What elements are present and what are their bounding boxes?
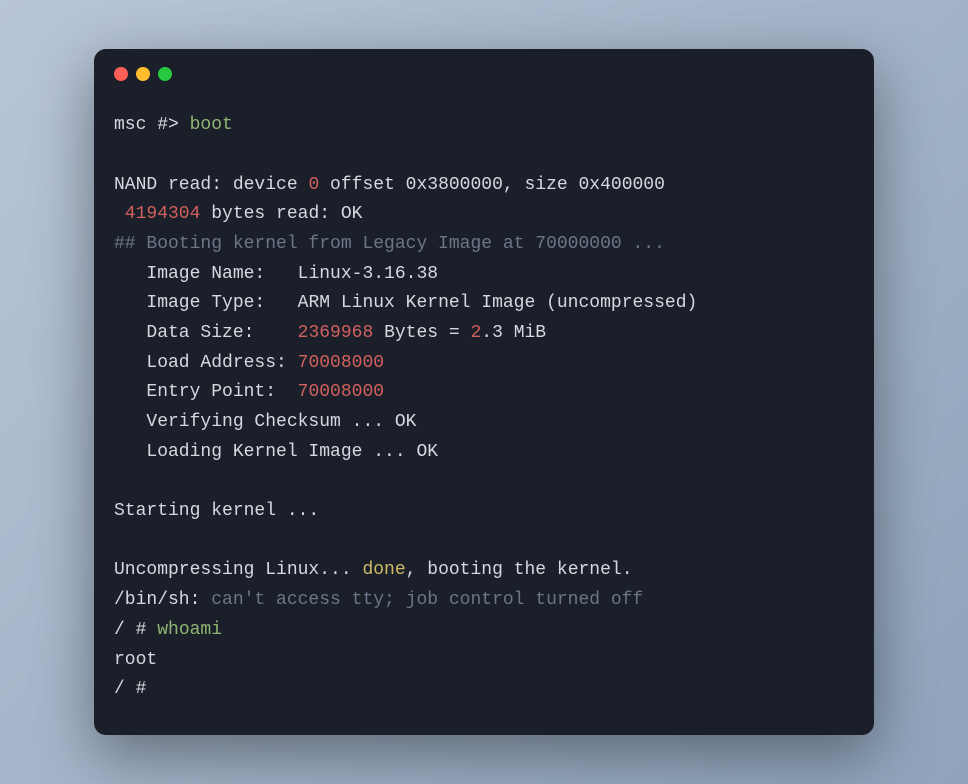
uncompressing-prefix: Uncompressing Linux... <box>114 560 362 580</box>
image-type-value: ARM Linux Kernel Image (uncompressed) <box>298 293 698 313</box>
image-type-label: Image Type: <box>114 293 298 313</box>
image-name-label: Image Name: <box>114 264 298 284</box>
image-name-value: Linux-3.16.38 <box>298 264 438 284</box>
nand-read-line: NAND read: device <box>114 175 308 195</box>
data-size-mib-suffix: .3 MiB <box>481 323 546 343</box>
nand-device-number: 0 <box>308 175 319 195</box>
nand-read-suffix: offset 0x3800000, size 0x400000 <box>319 175 665 195</box>
booting-header: ## Booting kernel from Legacy Image at 7… <box>114 234 665 254</box>
verifying-checksum: Verifying Checksum ... OK <box>114 412 416 432</box>
terminal-window: msc #> boot NAND read: device 0 offset 0… <box>94 49 874 735</box>
maximize-button[interactable] <box>158 67 172 81</box>
titlebar <box>94 49 874 91</box>
shell-prompt-final: / # <box>114 679 157 699</box>
data-size-bytes: 2369968 <box>298 323 374 343</box>
entry-point-value: 70008000 <box>298 382 384 402</box>
load-address-value: 70008000 <box>298 353 384 373</box>
loading-kernel-image: Loading Kernel Image ... OK <box>114 442 438 462</box>
shell-prompt: / # <box>114 620 157 640</box>
sh-message: can't access tty; job control turned off <box>211 590 643 610</box>
data-size-mib-int: 2 <box>470 323 481 343</box>
load-address-label: Load Address: <box>114 353 298 373</box>
bytes-read-number: 4194304 <box>114 204 200 224</box>
starting-kernel: Starting kernel ... <box>114 501 319 521</box>
data-size-label: Data Size: <box>114 323 298 343</box>
whoami-output: root <box>114 650 157 670</box>
minimize-button[interactable] <box>136 67 150 81</box>
command-whoami: whoami <box>157 620 222 640</box>
entry-point-label: Entry Point: <box>114 382 298 402</box>
uncompressing-done: done <box>362 560 405 580</box>
close-button[interactable] <box>114 67 128 81</box>
data-size-mid: Bytes = <box>373 323 470 343</box>
terminal-output[interactable]: msc #> boot NAND read: device 0 offset 0… <box>94 91 874 735</box>
uncompressing-suffix: , booting the kernel. <box>406 560 633 580</box>
bytes-read-suffix: bytes read: OK <box>200 204 362 224</box>
sh-prefix: /bin/sh: <box>114 590 211 610</box>
command-boot: boot <box>190 115 233 135</box>
prompt-prefix: msc #> <box>114 115 190 135</box>
